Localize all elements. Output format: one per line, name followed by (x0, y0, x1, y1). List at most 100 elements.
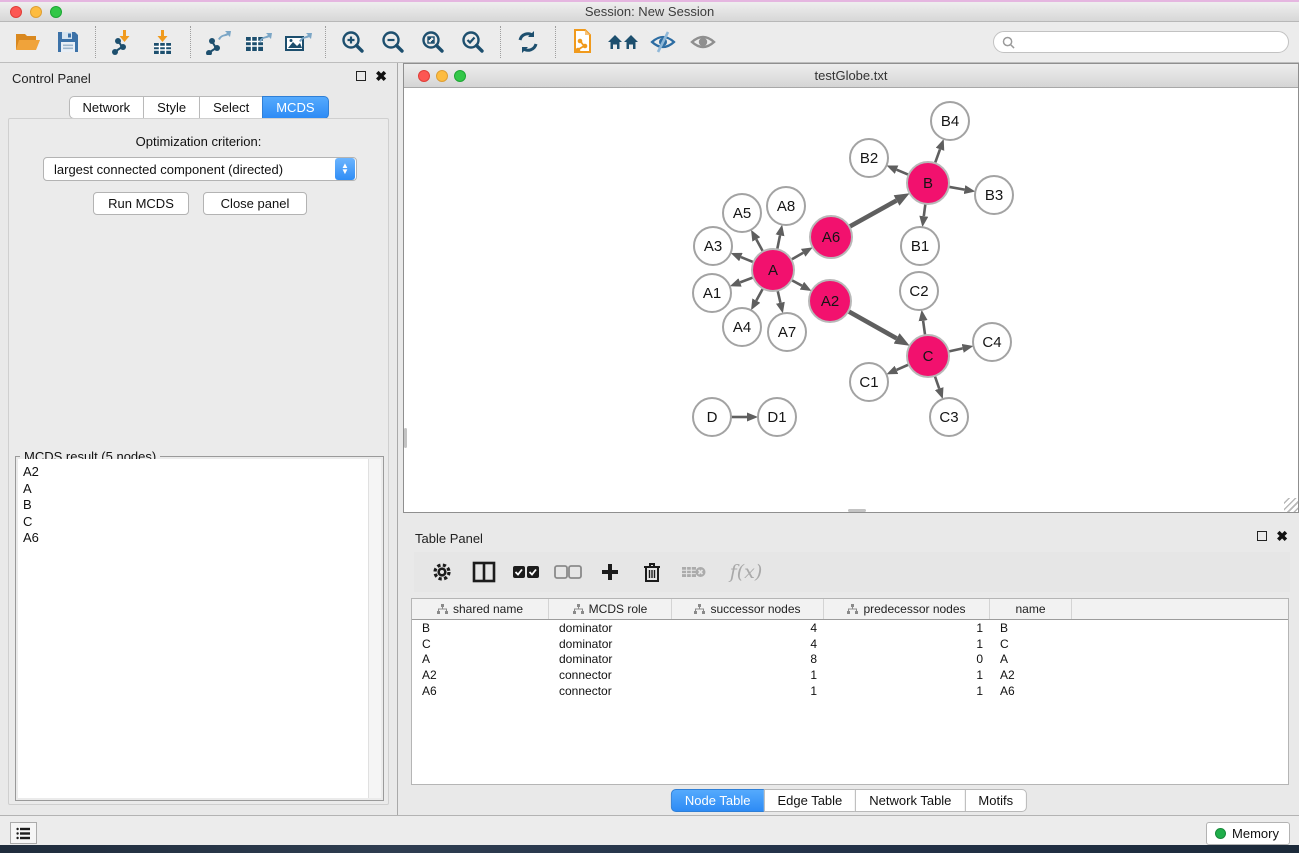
result-item-C[interactable]: C (23, 514, 381, 531)
zoom-out-button[interactable] (373, 24, 413, 60)
search-field[interactable] (993, 31, 1289, 53)
export-image-button[interactable] (278, 24, 318, 60)
graph-node-B1[interactable]: B1 (901, 227, 939, 265)
graph-node-C1[interactable]: C1 (850, 363, 888, 401)
optimization-criterion-select[interactable]: largest connected component (directed) ▲… (43, 157, 357, 181)
zoom-in-button[interactable] (333, 24, 373, 60)
column-header-mcds-role[interactable]: MCDS role (549, 599, 672, 619)
memory-button[interactable]: Memory (1206, 822, 1290, 845)
graph-edge-A-A8[interactable] (777, 235, 780, 249)
graph-node-C3[interactable]: C3 (930, 398, 968, 436)
graph-edge-C-C1[interactable] (897, 365, 909, 370)
column-header-shared-name[interactable]: shared name (412, 599, 549, 619)
result-item-B[interactable]: B (23, 497, 381, 514)
graph-edge-C-C4[interactable] (949, 348, 963, 351)
result-item-A[interactable]: A (23, 481, 381, 498)
tab-network[interactable]: Network (68, 96, 144, 119)
network-zoom-button[interactable] (454, 70, 466, 82)
graph-edge-B-B3[interactable] (949, 187, 965, 190)
result-item-A6[interactable]: A6 (23, 530, 381, 547)
zoom-fit-button[interactable] (413, 24, 453, 60)
graph-node-A7[interactable]: A7 (768, 313, 806, 351)
minimize-window-button[interactable] (30, 6, 42, 18)
network-close-button[interactable] (418, 70, 430, 82)
function-builder-button[interactable]: f(x) (722, 557, 770, 587)
column-header-name[interactable]: name (990, 599, 1072, 619)
run-mcds-button[interactable]: Run MCDS (93, 192, 189, 215)
hide-selected-button[interactable] (643, 24, 683, 60)
canvas-vertical-scroll-indicator[interactable] (404, 428, 407, 448)
graph-edge-A6-B[interactable] (849, 201, 896, 227)
tab-mcds[interactable]: MCDS (262, 96, 328, 119)
result-list-scrollbar[interactable] (368, 459, 381, 798)
deselect-all-button[interactable] (554, 557, 582, 587)
graph-node-B2[interactable]: B2 (850, 139, 888, 177)
graph-node-A4[interactable]: A4 (723, 308, 761, 346)
graph-edge-A2-C[interactable] (848, 311, 896, 338)
result-item-A2[interactable]: A2 (23, 464, 381, 481)
mcds-result-list[interactable]: A2ABCA6 (18, 459, 381, 798)
network-canvas[interactable]: A A1 A2 A3 A4 A5 A6 A7 A8 B B1 B2 B3B4 C C1 C2 C3C4 D D1 (404, 88, 1298, 512)
graph-node-A3[interactable]: A3 (694, 227, 732, 265)
graph-node-B[interactable]: B (907, 162, 949, 204)
split-view-button[interactable] (470, 557, 498, 587)
graph-node-A1[interactable]: A1 (693, 274, 731, 312)
close-window-button[interactable] (10, 6, 22, 18)
delete-column-button[interactable] (638, 557, 666, 587)
delete-table-button[interactable] (680, 557, 708, 587)
import-network-button[interactable] (103, 24, 143, 60)
column-header-predecessor-nodes[interactable]: predecessor nodes (824, 599, 990, 619)
tab-style[interactable]: Style (143, 96, 200, 119)
export-table-button[interactable] (238, 24, 278, 60)
network-from-document-button[interactable] (563, 24, 603, 60)
close-panel-icon[interactable]: ✖ (375, 71, 387, 81)
zoom-window-button[interactable] (50, 6, 62, 18)
graph-edge-C-C3[interactable] (935, 376, 939, 389)
graph-edge-A-A7[interactable] (778, 291, 781, 303)
graph-node-D1[interactable]: D1 (758, 398, 796, 436)
network-window-titlebar[interactable]: testGlobe.txt (404, 64, 1298, 88)
tab-select[interactable]: Select (199, 96, 263, 119)
graph-node-D[interactable]: D (693, 398, 731, 436)
window-resize-grip[interactable] (1284, 498, 1298, 512)
column-header-successor-nodes[interactable]: successor nodes (672, 599, 824, 619)
search-input[interactable] (1020, 35, 1280, 49)
table-row-A[interactable]: Adominator80A (412, 651, 1288, 667)
select-all-button[interactable] (512, 557, 540, 587)
graph-edge-B-B2[interactable] (897, 170, 909, 175)
table-row-A6[interactable]: A6connector11A6 (412, 683, 1288, 699)
graph-node-A6[interactable]: A6 (810, 216, 852, 258)
graph-edge-B-B1[interactable] (924, 204, 926, 216)
close-panel-button[interactable]: Close panel (203, 192, 307, 215)
graph-edge-A-A6[interactable] (791, 253, 803, 260)
graph-node-B3[interactable]: B3 (975, 176, 1013, 214)
graph-node-A2[interactable]: A2 (809, 280, 851, 322)
tab-motifs[interactable]: Motifs (964, 789, 1027, 812)
graph-node-A8[interactable]: A8 (767, 187, 805, 225)
first-neighbors-button[interactable] (603, 24, 643, 60)
tab-edge-table[interactable]: Edge Table (763, 789, 856, 812)
task-history-button[interactable] (10, 822, 37, 844)
graph-node-A[interactable]: A (752, 249, 794, 291)
refresh-button[interactable] (508, 24, 548, 60)
graph-node-A5[interactable]: A5 (723, 194, 761, 232)
graph-node-B4[interactable]: B4 (931, 102, 969, 140)
graph-edge-B-B4[interactable] (935, 149, 940, 163)
tab-node-table[interactable]: Node Table (671, 789, 765, 812)
save-session-button[interactable] (48, 24, 88, 60)
graph-edge-A-A3[interactable] (741, 257, 754, 262)
canvas-horizontal-scroll-indicator[interactable] (848, 509, 866, 512)
float-panel-icon[interactable] (356, 71, 366, 81)
show-all-button[interactable] (683, 24, 723, 60)
table-row-A2[interactable]: A2connector11A2 (412, 667, 1288, 683)
add-column-button[interactable] (596, 557, 624, 587)
table-row-C[interactable]: Cdominator41C (412, 636, 1288, 652)
graph-node-C2[interactable]: C2 (900, 272, 938, 310)
graph-edge-A-A1[interactable] (740, 277, 753, 282)
graph-node-C4[interactable]: C4 (973, 323, 1011, 361)
tab-network-table[interactable]: Network Table (855, 789, 965, 812)
zoom-selected-button[interactable] (453, 24, 493, 60)
graph-node-C[interactable]: C (907, 335, 949, 377)
float-table-panel-icon[interactable] (1257, 531, 1267, 541)
open-session-button[interactable] (8, 24, 48, 60)
